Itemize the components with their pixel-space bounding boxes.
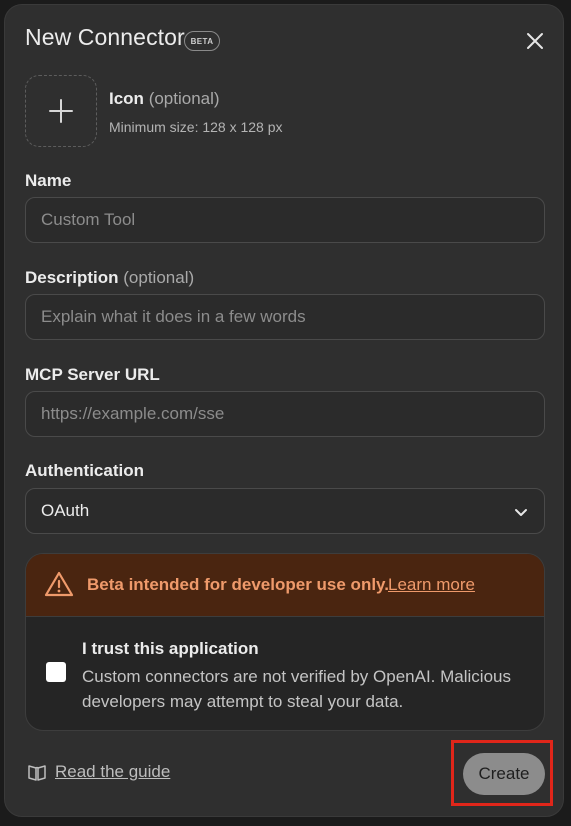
description-label: Description (optional) <box>25 268 194 288</box>
plus-icon <box>49 99 73 123</box>
trust-warning-card: Beta intended for developer use only. Le… <box>25 553 545 731</box>
close-icon <box>527 33 543 49</box>
name-label: Name <box>25 171 72 190</box>
icon-size-hint: Minimum size: 128 x 128 px <box>109 119 283 135</box>
icon-upload-button[interactable] <box>25 75 97 147</box>
trust-checkbox[interactable] <box>46 662 66 682</box>
read-guide-link[interactable]: Read the guide <box>27 762 170 782</box>
dialog-title: New Connector <box>25 24 185 50</box>
authentication-selected-value: OAuth <box>41 501 90 520</box>
warning-icon <box>44 571 74 597</box>
icon-optional-text: (optional) <box>148 89 220 108</box>
chevron-down-icon <box>515 509 527 516</box>
description-input[interactable] <box>25 294 545 340</box>
beta-warning-banner: Beta intended for developer use only. Le… <box>26 554 544 617</box>
name-input[interactable] <box>25 197 545 243</box>
new-connector-dialog: New Connector BETA Icon (optional) Minim… <box>4 4 564 817</box>
beta-warning-text: Beta intended for developer use only. <box>87 575 389 594</box>
mcp-url-input[interactable] <box>25 391 545 437</box>
authentication-label: Authentication <box>25 461 144 480</box>
learn-more-link[interactable]: Learn more <box>388 575 475 595</box>
icon-label-text: Icon <box>109 89 144 108</box>
icon-label: Icon (optional) <box>109 89 220 109</box>
trust-description: Custom connectors are not verified by Op… <box>82 667 511 711</box>
create-button[interactable]: Create <box>463 753 545 795</box>
description-optional-text: (optional) <box>123 268 195 287</box>
trust-title: I trust this application <box>82 639 259 658</box>
book-icon <box>28 765 46 781</box>
close-button[interactable] <box>521 27 549 55</box>
authentication-select[interactable]: OAuth <box>25 488 545 534</box>
beta-badge: BETA <box>184 31 220 51</box>
mcp-url-label: MCP Server URL <box>25 365 160 384</box>
description-label-text: Description <box>25 268 119 287</box>
read-guide-text: Read the guide <box>55 762 171 781</box>
